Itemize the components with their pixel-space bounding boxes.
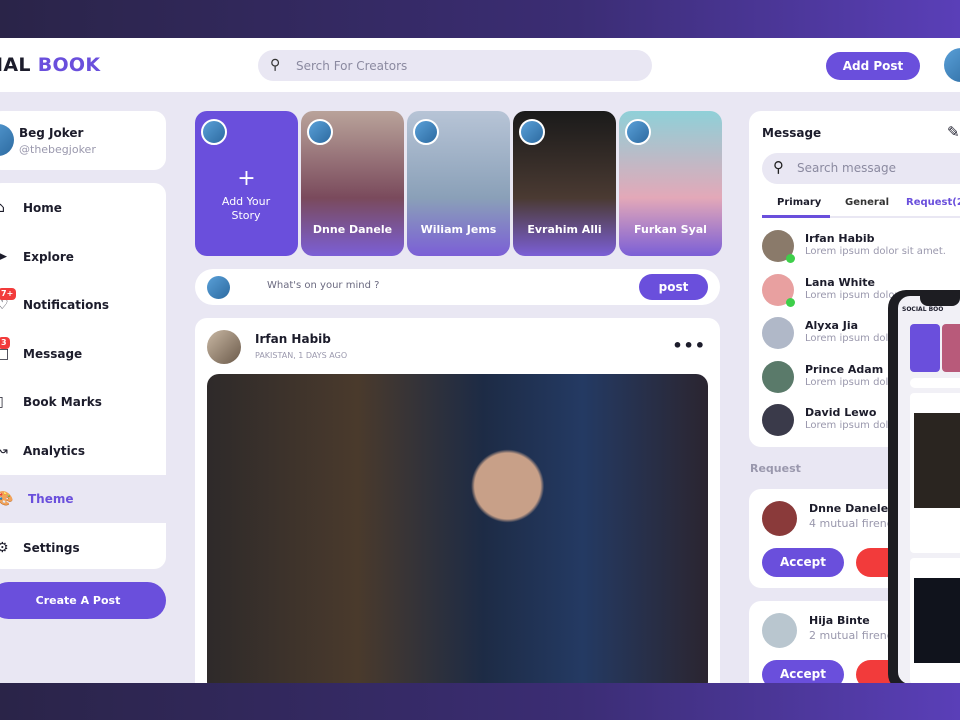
sidebar-item-label: Message xyxy=(23,346,83,361)
sidebar-item-label: Theme xyxy=(28,492,74,506)
sidebar-item-settings[interactable]: ⚙ Settings xyxy=(0,524,166,572)
notification-badge: 3 xyxy=(0,336,10,349)
avatar xyxy=(413,119,439,145)
header: IAL BOOK ⚲ Serch For Creators Add Post xyxy=(0,38,960,92)
messages-title: Message xyxy=(762,126,822,140)
notification-badge: 7+ xyxy=(0,288,17,300)
profile-card[interactable]: Beg Joker @thebegjoker xyxy=(0,111,166,170)
search-input[interactable]: ⚲ Serch For Creators xyxy=(258,50,652,81)
post-author[interactable]: Irfan Habib xyxy=(255,332,331,346)
profile-name: Beg Joker xyxy=(19,126,84,140)
add-story-card[interactable]: + Add Your Story xyxy=(195,111,298,256)
bottom-backdrop xyxy=(0,683,960,720)
sidebar-item-label: Home xyxy=(23,201,62,215)
add-post-button[interactable]: Add Post xyxy=(826,52,920,80)
top-backdrop xyxy=(0,0,960,38)
post-meta: PAKISTAN, 1 DAYS AGO xyxy=(255,351,348,360)
avatar xyxy=(519,119,545,145)
sidebar-item-label: Book Marks xyxy=(23,395,102,409)
tab-general[interactable]: General xyxy=(845,197,889,208)
composer-input[interactable]: What's on your mind ? xyxy=(267,280,379,291)
story-card[interactable]: Wiliam Jems xyxy=(407,111,510,256)
online-indicator xyxy=(786,297,795,307)
sidebar-item-book-marks[interactable]: ▯ Book Marks xyxy=(0,378,166,426)
post-card: Irfan Habib PAKISTAN, 1 DAYS AGO ••• xyxy=(195,318,720,698)
gear-icon: ⚙ xyxy=(0,539,9,556)
palette-icon: 🎨 xyxy=(0,491,14,507)
sidebar-item-label: Settings xyxy=(23,540,80,555)
avatar xyxy=(762,360,794,393)
avatar xyxy=(207,276,230,299)
story-name: Evrahim Alli xyxy=(527,223,602,236)
sidebar-item-message[interactable]: □ 3 Message xyxy=(0,330,166,378)
create-post-button[interactable]: Create A Post xyxy=(0,582,166,619)
logo[interactable]: IAL BOOK xyxy=(0,54,100,76)
story-card[interactable]: Dnne Danele xyxy=(301,111,404,256)
accept-button[interactable]: Accept xyxy=(762,548,844,577)
chart-icon: ↝ xyxy=(0,442,8,459)
online-indicator xyxy=(786,254,795,263)
avatar[interactable] xyxy=(944,48,960,82)
avatar xyxy=(762,613,797,648)
plus-icon: + xyxy=(237,166,256,191)
more-icon[interactable]: ••• xyxy=(672,336,706,355)
story-card[interactable]: Evrahim Alli xyxy=(513,111,616,256)
avatar xyxy=(307,119,333,145)
search-icon: ⚲ xyxy=(773,158,784,176)
sidebar-item-analytics[interactable]: ↝ Analytics xyxy=(0,427,166,475)
bookmark-icon: ▯ xyxy=(0,378,4,426)
compass-icon: ➤ xyxy=(0,248,8,265)
avatar xyxy=(0,124,14,156)
story-name: Wiliam Jems xyxy=(420,223,497,236)
post-button[interactable]: post xyxy=(639,274,708,300)
sidebar-item-explore[interactable]: ➤ Explore xyxy=(0,233,166,281)
sidebar-item-theme[interactable]: 🎨 Theme xyxy=(0,475,166,523)
sidebar-item-label: Notifications xyxy=(23,298,110,312)
home-icon: ⌂ xyxy=(0,200,5,216)
composer: What's on your mind ? post xyxy=(195,269,720,305)
tab-request[interactable]: Request(2) xyxy=(906,197,960,208)
story-name: Dnne Danele xyxy=(312,223,393,236)
story-name: Furkan Syal xyxy=(634,223,707,236)
sidebar-item-notifications[interactable]: ♡ 7+ Notifications xyxy=(0,281,166,329)
search-icon: ⚲ xyxy=(270,57,281,73)
avatar xyxy=(625,119,651,145)
story-card[interactable]: Furkan Syal xyxy=(619,111,722,256)
compose-icon[interactable]: ✎ xyxy=(947,123,960,141)
message-search-input[interactable]: ⚲ Search message xyxy=(762,153,960,184)
phone-mockup: SOCIAL BOO xyxy=(888,290,960,692)
avatar xyxy=(207,330,241,364)
avatar xyxy=(762,317,794,349)
tab-indicator xyxy=(762,215,830,218)
sidebar-item-label: Analytics xyxy=(23,443,85,458)
sidebar-item-label: Explore xyxy=(23,249,74,264)
profile-handle: @thebegjoker xyxy=(19,143,96,156)
message-item[interactable]: Irfan Habib Lorem ipsum dolor sit amet. xyxy=(762,228,960,268)
avatar xyxy=(762,404,794,436)
post-image[interactable] xyxy=(207,374,708,694)
avatar xyxy=(762,501,797,536)
tab-primary[interactable]: Primary xyxy=(777,197,821,208)
sidebar-item-home[interactable]: ⌂ Home xyxy=(0,184,166,232)
request-title: Request xyxy=(750,462,801,475)
avatar xyxy=(201,119,227,145)
